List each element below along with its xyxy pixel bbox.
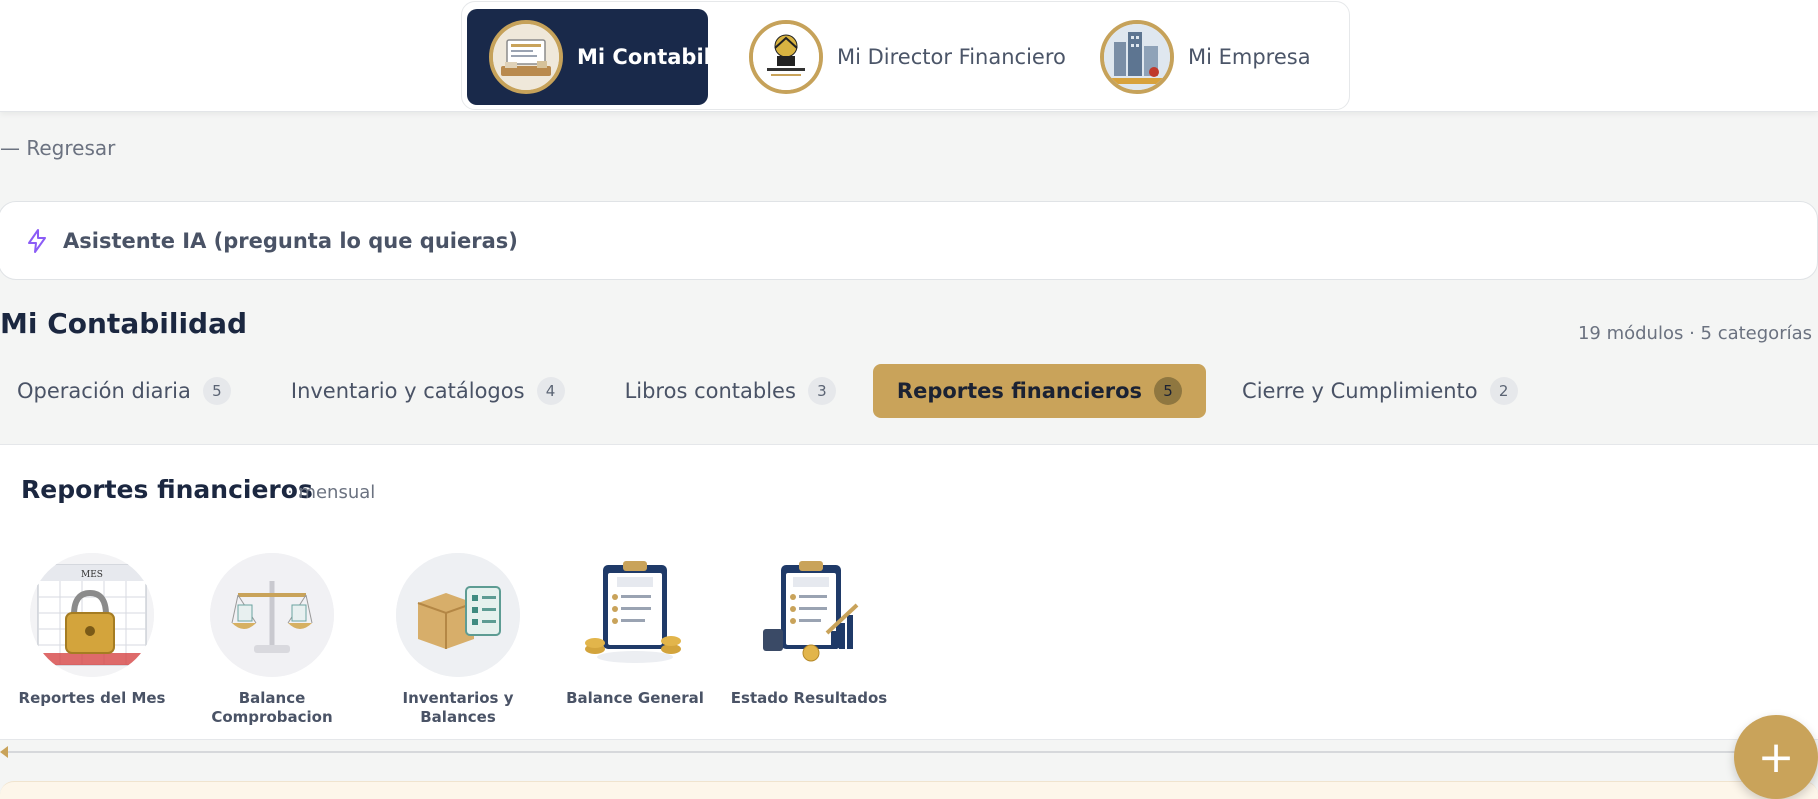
scale-balance-icon xyxy=(210,553,334,677)
category-count-badge: 3 xyxy=(807,377,836,405)
modules-panel: Reportes financieros · mensual MES Repor… xyxy=(0,444,1818,740)
box-checklist-icon xyxy=(396,553,520,677)
category-tab-libros-contables[interactable]: Libros contables 3 xyxy=(625,364,836,418)
category-label: Libros contables xyxy=(624,379,796,403)
category-count-badge: 2 xyxy=(1489,377,1518,405)
module-balance-general[interactable]: Balance General xyxy=(540,553,730,708)
module-inventarios-y-balances[interactable]: Inventarios y Balances xyxy=(363,553,553,727)
back-link[interactable]: — Regresar xyxy=(0,136,115,160)
panel-frequency: · mensual xyxy=(287,482,376,503)
lightning-icon xyxy=(28,228,46,253)
module-label: Balance General xyxy=(566,689,704,707)
nav-tab-mi-contabilidad[interactable]: Mi Contabilidad xyxy=(467,9,762,105)
module-label: Estado Resultados xyxy=(730,689,888,707)
category-label: Inventario y catálogos xyxy=(290,379,525,403)
nav-tab-label: Mi Empresa xyxy=(1188,45,1311,69)
next-section-card xyxy=(0,781,1818,799)
accounting-office-avatar-icon xyxy=(489,20,563,94)
nav-tab-label: Mi Director Financiero xyxy=(837,45,1066,69)
category-tab-inventario-catalogos[interactable]: Inventario y catálogos 4 xyxy=(291,364,565,418)
nav-tab-mi-director-financiero[interactable]: Mi Director Financiero xyxy=(727,9,1066,105)
modules-summary: 19 módulos · 5 categorías xyxy=(1577,323,1812,344)
nav-tab-mi-empresa[interactable]: Mi Empresa xyxy=(1078,9,1333,105)
module-label: Inventarios y Balances xyxy=(402,689,514,726)
ai-assistant-bar[interactable]: Asistente IA (pregunta lo que quieras) xyxy=(0,201,1818,280)
panel-title: Reportes financieros xyxy=(21,475,313,504)
category-count-badge: 4 xyxy=(536,377,565,405)
category-tabs: Operación diaria 5 Inventario y catálogo… xyxy=(0,364,1518,418)
scroll-left-arrow-icon[interactable] xyxy=(0,746,8,758)
category-count-badge: 5 xyxy=(202,377,231,405)
category-label: Operación diaria xyxy=(17,379,191,403)
module-label: Balance Comprobacion xyxy=(211,689,333,726)
top-nav-bar: Mi Contabilidad Mi Director Financiero M… xyxy=(0,0,1818,112)
balance-sheet-clipboard-icon xyxy=(573,553,697,677)
scrollbar-track xyxy=(8,751,1740,753)
module-estado-resultados[interactable]: Estado Resultados xyxy=(714,553,904,708)
module-reportes-del-mes[interactable]: MES Reportes del Mes xyxy=(0,553,187,708)
category-label: Reportes financieros xyxy=(896,379,1143,403)
module-balance-comprobacion[interactable]: Balance Comprobacion xyxy=(177,553,367,727)
module-label: Reportes del Mes xyxy=(18,689,166,707)
company-buildings-avatar-icon xyxy=(1100,20,1174,94)
category-count-badge: 5 xyxy=(1154,377,1183,405)
plus-icon: + xyxy=(1757,731,1795,783)
category-tab-reportes-financieros[interactable]: Reportes financieros 5 xyxy=(872,364,1207,418)
calendar-lock-icon: MES xyxy=(30,553,154,677)
section-switcher: Mi Contabilidad Mi Director Financiero M… xyxy=(461,1,1350,110)
financial-director-logo-icon xyxy=(749,20,823,94)
category-label: Cierre y Cumplimiento xyxy=(1242,379,1478,403)
svg-text:MES: MES xyxy=(81,570,103,580)
income-statement-clipboard-icon xyxy=(747,553,871,677)
ai-assistant-label: Asistente IA (pregunta lo que quieras) xyxy=(63,228,518,253)
category-tab-operacion-diaria[interactable]: Operación diaria 5 xyxy=(17,364,231,418)
page-title: Mi Contabilidad xyxy=(0,307,248,340)
add-fab-button[interactable]: + xyxy=(1734,715,1818,799)
category-tab-cierre-cumplimiento[interactable]: Cierre y Cumplimiento 2 xyxy=(1242,364,1518,418)
horizontal-scrollbar[interactable] xyxy=(0,745,1740,759)
